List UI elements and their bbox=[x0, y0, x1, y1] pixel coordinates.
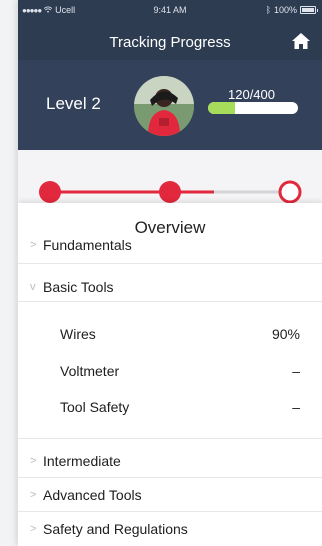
section-safety-regulations[interactable]: > Safety and Regulations bbox=[18, 521, 322, 537]
skill-row-wires[interactable]: Wires 90% bbox=[60, 326, 300, 342]
bluetooth-icon: ᛒ bbox=[265, 5, 271, 15]
page-title: Tracking Progress bbox=[109, 34, 231, 51]
navigation-bar: Tracking Progress bbox=[18, 22, 322, 60]
divider bbox=[18, 301, 322, 302]
xp-progress-fill bbox=[208, 102, 235, 114]
skill-name: Wires bbox=[60, 326, 96, 342]
profile-header: Level 2 120/400 bbox=[18, 60, 322, 150]
section-label: Intermediate bbox=[43, 453, 121, 469]
divider bbox=[18, 438, 322, 439]
chevron-right-icon: > bbox=[30, 239, 37, 251]
overview-title: Overview bbox=[134, 218, 206, 237]
skill-value: – bbox=[292, 399, 300, 415]
chevron-right-icon: > bbox=[30, 455, 37, 467]
avatar[interactable] bbox=[134, 76, 194, 136]
skill-value: – bbox=[292, 363, 300, 379]
home-icon[interactable] bbox=[292, 33, 310, 49]
battery-tip bbox=[317, 8, 318, 12]
step-2-node[interactable] bbox=[159, 181, 181, 203]
skill-name: Voltmeter bbox=[60, 363, 120, 379]
skill-name: Tool Safety bbox=[60, 399, 130, 415]
level-label: Level 2 bbox=[46, 94, 101, 113]
battery-percent: 100% bbox=[273, 5, 297, 15]
progress-track-graphic bbox=[39, 180, 302, 204]
step-1-node[interactable] bbox=[39, 181, 61, 203]
section-label: Basic Tools bbox=[43, 279, 114, 295]
divider bbox=[18, 511, 322, 512]
divider bbox=[18, 263, 322, 264]
skill-row-voltmeter[interactable]: Voltmeter – bbox=[60, 363, 300, 379]
skill-value: 90% bbox=[271, 326, 300, 342]
divider bbox=[18, 477, 322, 478]
battery-status: ᛒ 100% bbox=[266, 5, 318, 15]
chevron-right-icon: > bbox=[30, 523, 37, 535]
avatar-image bbox=[134, 76, 194, 136]
step-3-node[interactable] bbox=[278, 180, 302, 204]
phone-screen: ●●●●● Ucell 9:41 AM ᛒ 100% Tracking Prog… bbox=[18, 0, 322, 546]
section-intermediate[interactable]: > Intermediate bbox=[18, 453, 322, 469]
section-basic-tools[interactable]: v Basic Tools bbox=[18, 279, 322, 295]
status-bar: ●●●●● Ucell 9:41 AM ᛒ 100% bbox=[18, 0, 322, 22]
xp-progress-bar bbox=[208, 102, 298, 114]
section-fundamentals[interactable]: > Fundamentals bbox=[18, 237, 322, 253]
section-advanced-tools[interactable]: > Advanced Tools bbox=[18, 487, 322, 503]
progress-track bbox=[18, 150, 322, 208]
skill-row-tool-safety[interactable]: Tool Safety – bbox=[60, 399, 300, 415]
battery-icon bbox=[300, 6, 316, 14]
chevron-right-icon: > bbox=[30, 489, 37, 501]
section-label: Fundamentals bbox=[43, 237, 132, 253]
section-label: Advanced Tools bbox=[43, 487, 142, 503]
overview-card: Overview > Fundamentals v Basic Tools Wi… bbox=[18, 203, 322, 546]
section-label: Safety and Regulations bbox=[43, 521, 188, 537]
chevron-down-icon: v bbox=[30, 281, 36, 293]
xp-counter: 120/400 bbox=[228, 87, 275, 102]
